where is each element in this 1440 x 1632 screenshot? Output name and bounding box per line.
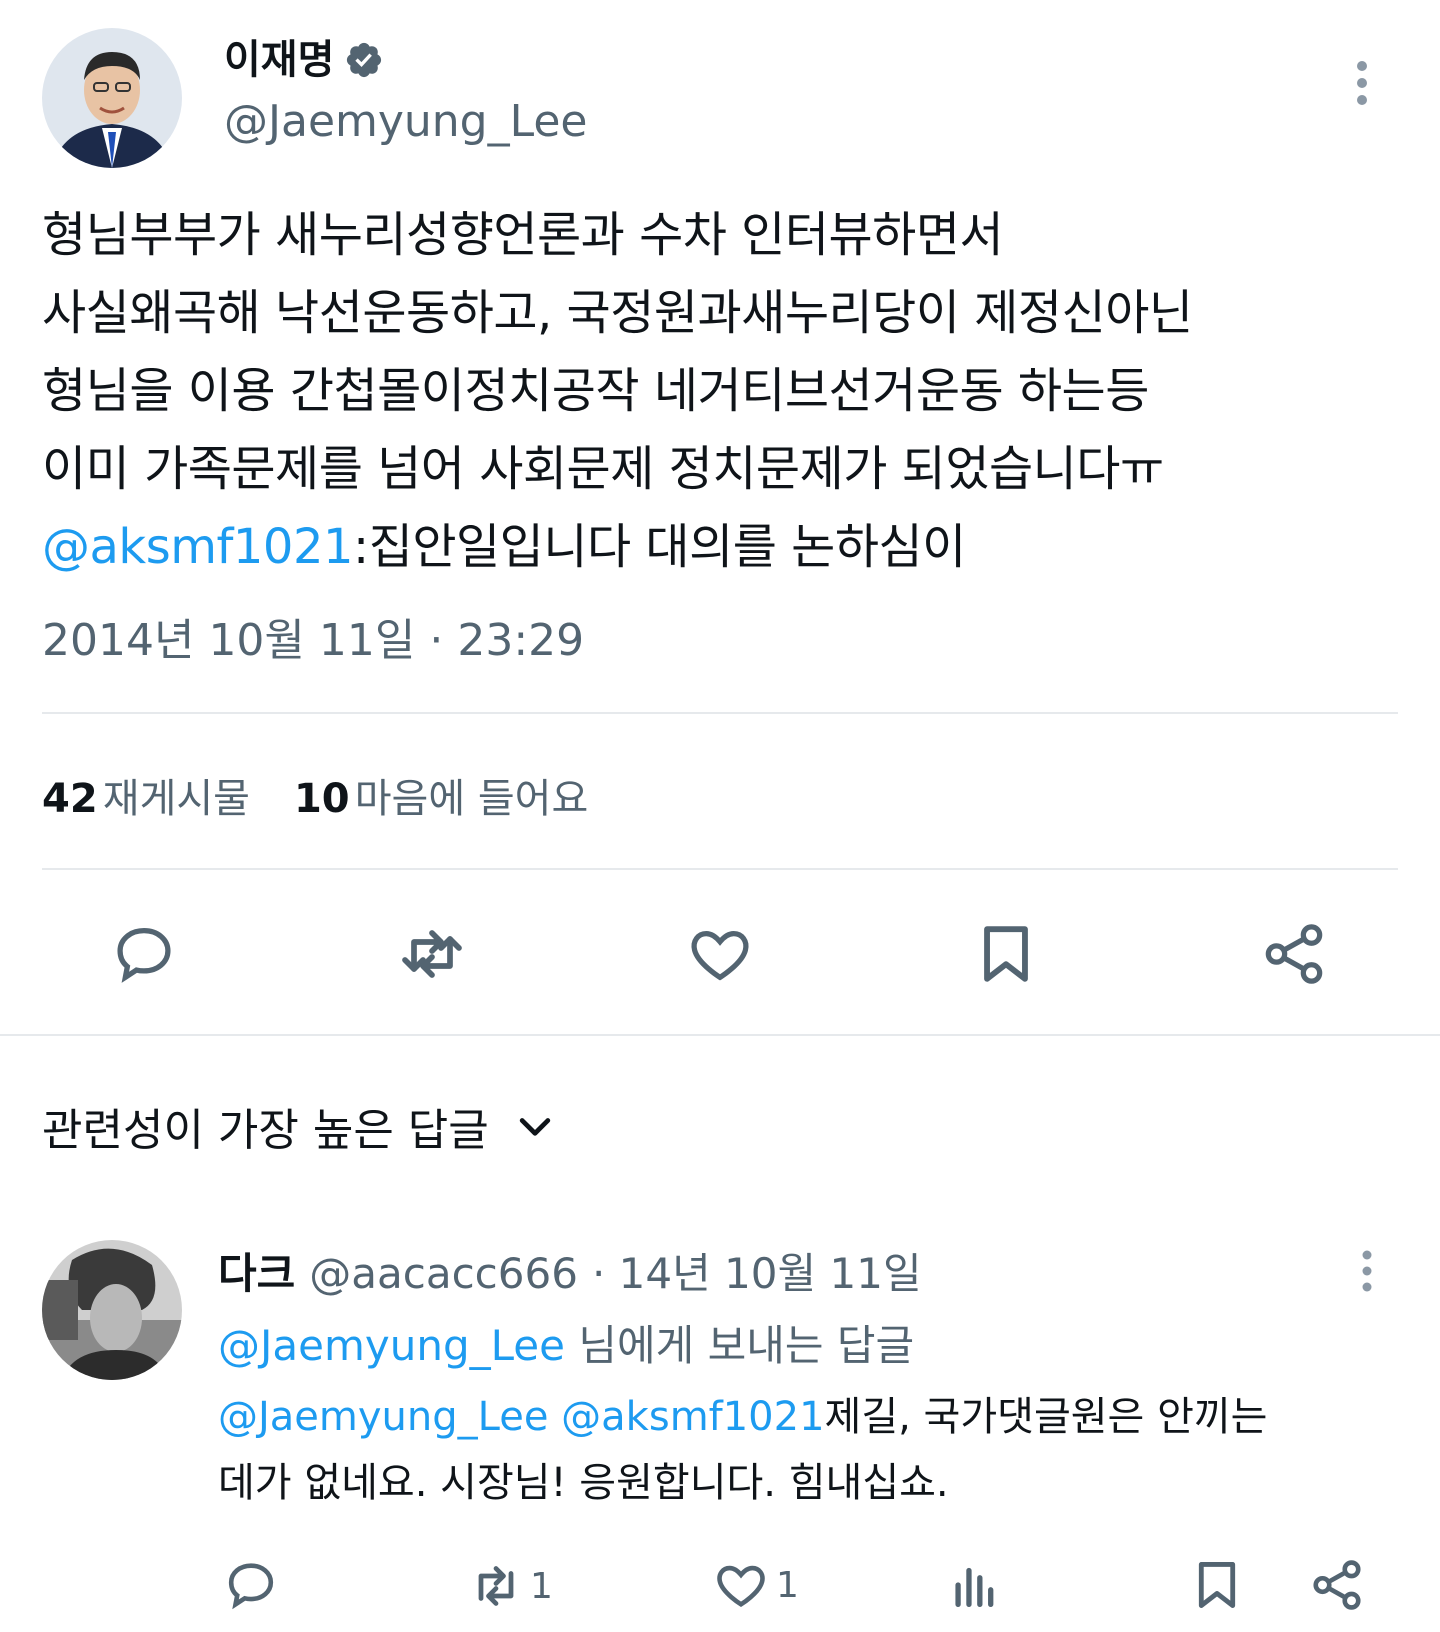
tweet-line: 사실왜곡해 낙선운동하고, 국정원과새누리당이 제정신아닌 (42, 285, 1193, 341)
author-name-row[interactable]: 이재명 (224, 36, 384, 84)
reply-retweet-button[interactable]: 1 (466, 1556, 553, 1616)
share-icon (1313, 1560, 1361, 1610)
stats-row: 42 재게시물 10 마음에 들어요 (42, 766, 588, 824)
replies-sort-label: 관련성이 가장 높은 답글 (42, 1105, 489, 1156)
retweet-icon (402, 930, 462, 978)
reply-line: @Jaemyung_Lee @aksmf1021제길, 국가댓글원은 안끼는 (218, 1384, 1418, 1450)
reply-header: 다크 @aacacc666 · 14년 10월 11일 (218, 1240, 922, 1301)
views-icon (955, 1567, 994, 1607)
reply-like-button[interactable]: 1 (712, 1556, 799, 1614)
share-icon (1265, 924, 1323, 984)
bookmark-button[interactable] (968, 916, 1044, 992)
divider (42, 712, 1398, 714)
like-icon (691, 930, 749, 981)
tweet-line: 형님부부가 새누리성향언론과 수차 인터뷰하면서 (42, 207, 1004, 263)
reply-mention[interactable]: @Jaemyung_Lee (218, 1394, 548, 1440)
like-button[interactable] (682, 916, 758, 992)
author-avatar[interactable] (42, 28, 182, 168)
tweet-text: 형님부부가 새누리성향언론과 수차 인터뷰하면서 사실왜곡해 낙선운동하고, 국… (42, 196, 1402, 586)
chevron-down-icon (519, 1118, 550, 1136)
reposts-count: 42 (42, 776, 98, 822)
tweet-line-last: @aksmf1021:집안일입니다 대의를 논하심이 (42, 508, 1402, 586)
replying-to-mention[interactable]: @Jaemyung_Lee (218, 1321, 565, 1370)
reply-button[interactable] (106, 916, 182, 992)
reply-retweet-count: 1 (530, 1565, 553, 1607)
reply-icon (228, 1563, 274, 1610)
more-icon[interactable] (1352, 58, 1372, 108)
reply-line: 데가 없네요. 시장님! 응원합니다. 힘내십쇼. (218, 1460, 949, 1506)
reposts-stat[interactable]: 42 재게시물 (42, 766, 250, 824)
tweet-line: 이미 가족문제를 넘어 사회문제 정치문제가 되었습니다ㅠ (42, 441, 1164, 497)
bookmark-icon (1198, 1562, 1236, 1608)
share-button[interactable] (1256, 916, 1332, 992)
retweet-icon (478, 1566, 514, 1606)
reply-date[interactable]: · 14년 10월 11일 (592, 1240, 922, 1301)
verified-badge-icon (344, 40, 384, 80)
likes-label: 마음에 들어요 (354, 776, 589, 822)
reply-author-avatar[interactable] (42, 1240, 182, 1380)
reply-text: @Jaemyung_Lee @aksmf1021제길, 국가댓글원은 안끼는 데… (218, 1384, 1418, 1516)
tweet-line: 형님을 이용 간첩몰이정치공작 네거티브선거운동 하는등 (42, 363, 1149, 419)
tweet-timestamp[interactable]: 2014년 10월 11일 · 23:29 (42, 616, 584, 666)
bookmark-icon (984, 926, 1028, 982)
likes-stat[interactable]: 10 마음에 들어요 (294, 766, 588, 824)
reply-author-handle[interactable]: @aacacc666 (309, 1249, 578, 1298)
replying-to: @Jaemyung_Lee 님에게 보내는 답글 (218, 1312, 914, 1373)
reply-views-button[interactable] (946, 1556, 1006, 1616)
reply-line-rest: 제길, 국가댓글원은 안끼는 (824, 1394, 1268, 1440)
reply-author-name[interactable]: 다크 (218, 1240, 295, 1301)
mention-link[interactable]: @aksmf1021 (42, 519, 354, 575)
author-handle[interactable]: @Jaemyung_Lee (224, 98, 588, 146)
divider (0, 1034, 1440, 1036)
reply-share-button[interactable] (1308, 1556, 1368, 1616)
reply-like-count: 1 (776, 1564, 799, 1606)
tweet-line-rest: :집안일입니다 대의를 논하심이 (353, 519, 966, 575)
more-icon[interactable] (1358, 1248, 1376, 1294)
replies-sort-dropdown[interactable]: 관련성이 가장 높은 답글 (42, 1094, 557, 1158)
author-name[interactable]: 이재명 (224, 36, 334, 84)
likes-count: 10 (293, 776, 350, 822)
reply-mention[interactable]: @aksmf1021 (561, 1394, 824, 1440)
retweet-button[interactable] (394, 916, 470, 992)
reply-reply-button[interactable] (222, 1556, 282, 1616)
like-icon (717, 1565, 765, 1608)
reply-bookmark-button[interactable] (1188, 1556, 1248, 1616)
reply-icon (117, 928, 171, 983)
divider (42, 868, 1398, 870)
reposts-label: 재게시물 (102, 776, 250, 822)
replying-to-suffix: 님에게 보내는 답글 (578, 1321, 915, 1370)
